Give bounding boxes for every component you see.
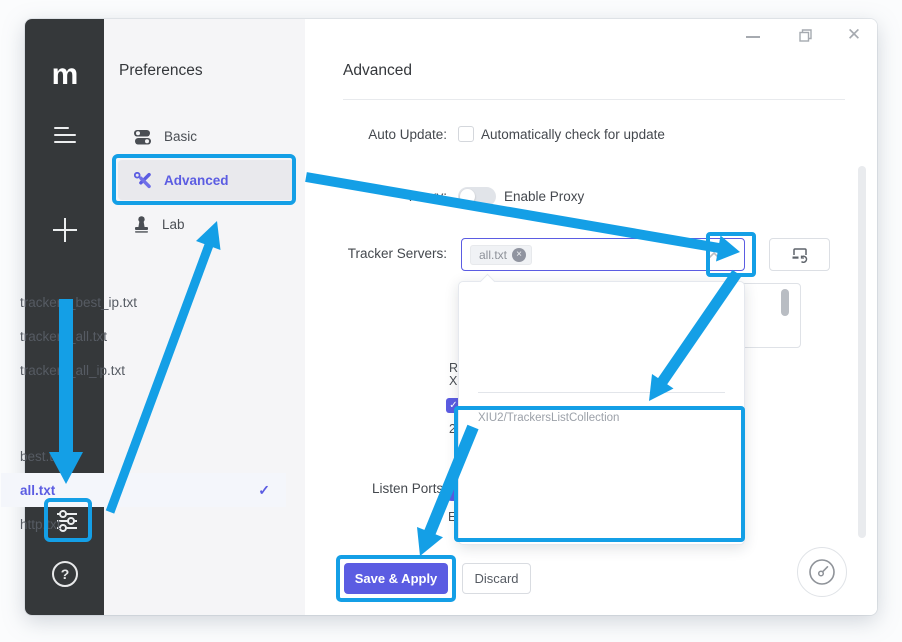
sync-trackers-button[interactable] [769,238,830,271]
stamp-icon [134,216,149,233]
annotation-box-dropdown-group [454,406,745,542]
add-task-icon[interactable] [53,218,77,242]
tracker-servers-select[interactable]: all.txt × [461,238,745,271]
help-icon[interactable]: ? [52,561,78,587]
check-icon: ✓ [258,482,270,499]
selected-tag: all.txt × [470,245,532,265]
motrix-logo: m [48,57,82,93]
close-button[interactable]: ✕ [843,24,865,46]
speed-limit-button[interactable] [797,547,847,597]
minimize-icon [746,36,760,38]
speedometer-icon [807,557,837,587]
proxy-toggle[interactable] [458,187,496,206]
nav-label-lab: Lab [162,217,185,232]
dropdown-divider [478,392,725,393]
dropdown-option[interactable]: best.txt [1,439,286,473]
selected-tag-label: all.txt [479,248,507,262]
auto-update-option-text: Automatically check for update [481,127,665,142]
proxy-option-text: Enable Proxy [504,189,584,204]
annotation-box-select-chevron [706,232,756,277]
obscured-text-fragment: R [449,361,458,375]
minimize-button[interactable] [740,27,766,45]
preferences-title: Preferences [119,62,203,80]
textarea-scrollbar[interactable] [781,289,789,316]
sync-list-icon [791,247,809,263]
dropdown-option[interactable]: trackers_all_ip.txt [1,353,286,387]
page-title: Advanced [343,62,412,80]
restore-icon [795,27,817,45]
tracker-servers-label: Tracker Servers: [327,246,447,261]
annotation-box-advanced-nav [112,154,296,205]
nav-item-basic[interactable]: Basic [118,116,294,156]
annotation-box-settings-icon [44,498,92,542]
dropdown-option[interactable]: trackers_all.txt [1,319,286,353]
auto-update-label: Auto Update: [327,127,447,142]
dropdown-option[interactable]: trackers_best_ip.txt [1,285,286,319]
obscured-text-fragment: X [449,374,457,388]
proxy-label: Proxy: [327,189,447,204]
tag-remove-icon[interactable]: × [512,248,526,262]
listen-ports-label: Listen Ports: [327,481,447,496]
nav-label-basic: Basic [164,129,197,144]
main-scrollbar[interactable] [858,166,866,538]
title-divider [343,99,845,100]
task-list-icon[interactable] [54,127,76,145]
toggles-icon [134,128,151,145]
nav-item-lab[interactable]: Lab [118,204,294,244]
discard-button[interactable]: Discard [462,563,531,594]
toggle-knob [460,189,475,204]
annotation-box-save-button [336,555,456,602]
restore-button[interactable] [795,27,817,45]
auto-update-checkbox[interactable] [458,126,474,142]
